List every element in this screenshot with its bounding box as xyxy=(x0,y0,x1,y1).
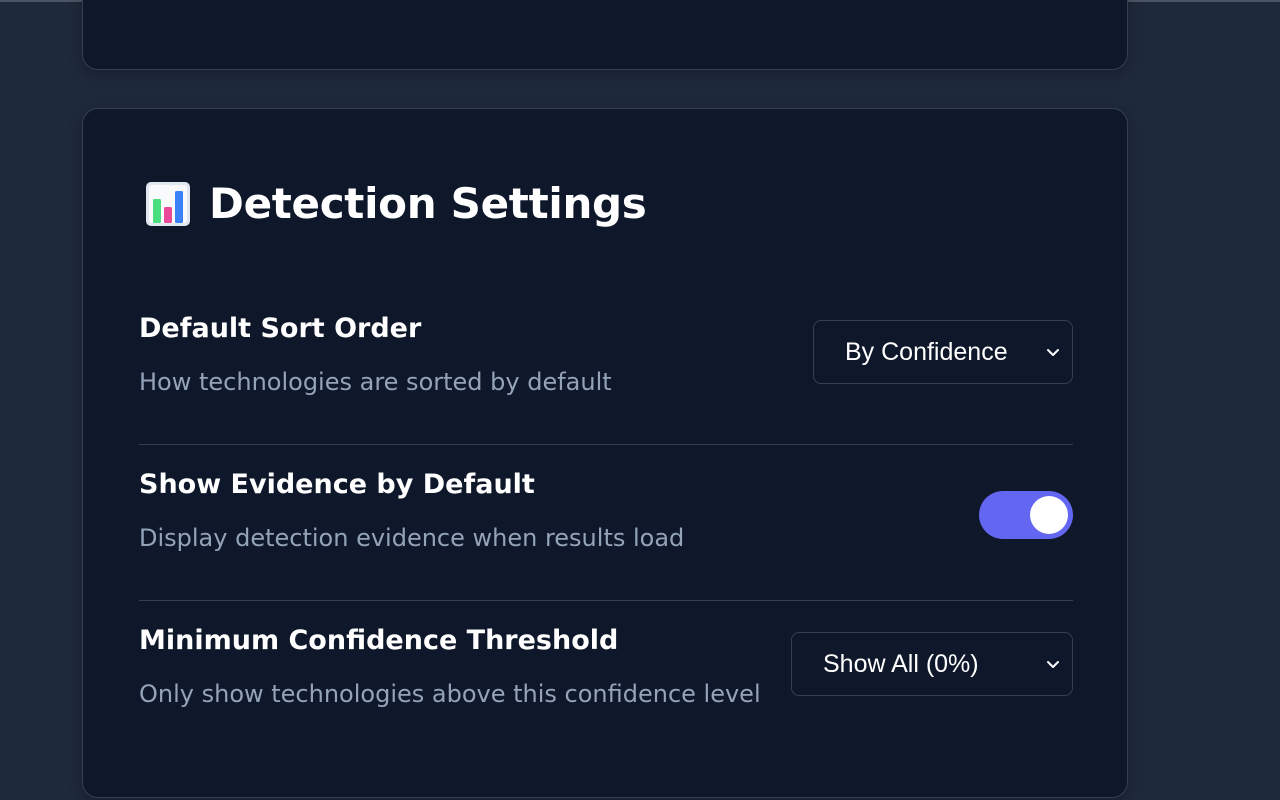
confidence-threshold-select[interactable]: Show All (0%) xyxy=(791,632,1073,696)
chevron-down-icon xyxy=(1047,349,1059,356)
section-title: Detection Settings xyxy=(209,179,647,228)
select-value: Show All (0%) xyxy=(823,649,979,678)
setting-label: Show Evidence by Default xyxy=(139,469,535,500)
setting-label: Minimum Confidence Threshold xyxy=(139,625,619,656)
bar-chart-icon xyxy=(146,181,190,226)
setting-description: Only show technologies above this confid… xyxy=(139,680,761,708)
detection-settings-card: Detection Settings Default Sort Order Ho… xyxy=(82,108,1128,798)
chevron-down-icon xyxy=(1047,661,1059,668)
previous-settings-card xyxy=(82,0,1128,70)
setting-row-sort-order: Default Sort Order How technologies are … xyxy=(139,289,1073,445)
setting-row-show-evidence: Show Evidence by Default Display detecti… xyxy=(139,445,1073,601)
show-evidence-toggle[interactable] xyxy=(979,491,1073,539)
sort-order-select[interactable]: By Confidence xyxy=(813,320,1073,384)
setting-row-confidence-threshold: Minimum Confidence Threshold Only show t… xyxy=(139,601,1073,757)
setting-description: How technologies are sorted by default xyxy=(139,368,612,396)
select-value: By Confidence xyxy=(845,337,1008,366)
section-header: Detection Settings xyxy=(145,179,647,228)
setting-description: Display detection evidence when results … xyxy=(139,524,685,552)
setting-label: Default Sort Order xyxy=(139,313,422,344)
toggle-knob xyxy=(1030,496,1068,534)
